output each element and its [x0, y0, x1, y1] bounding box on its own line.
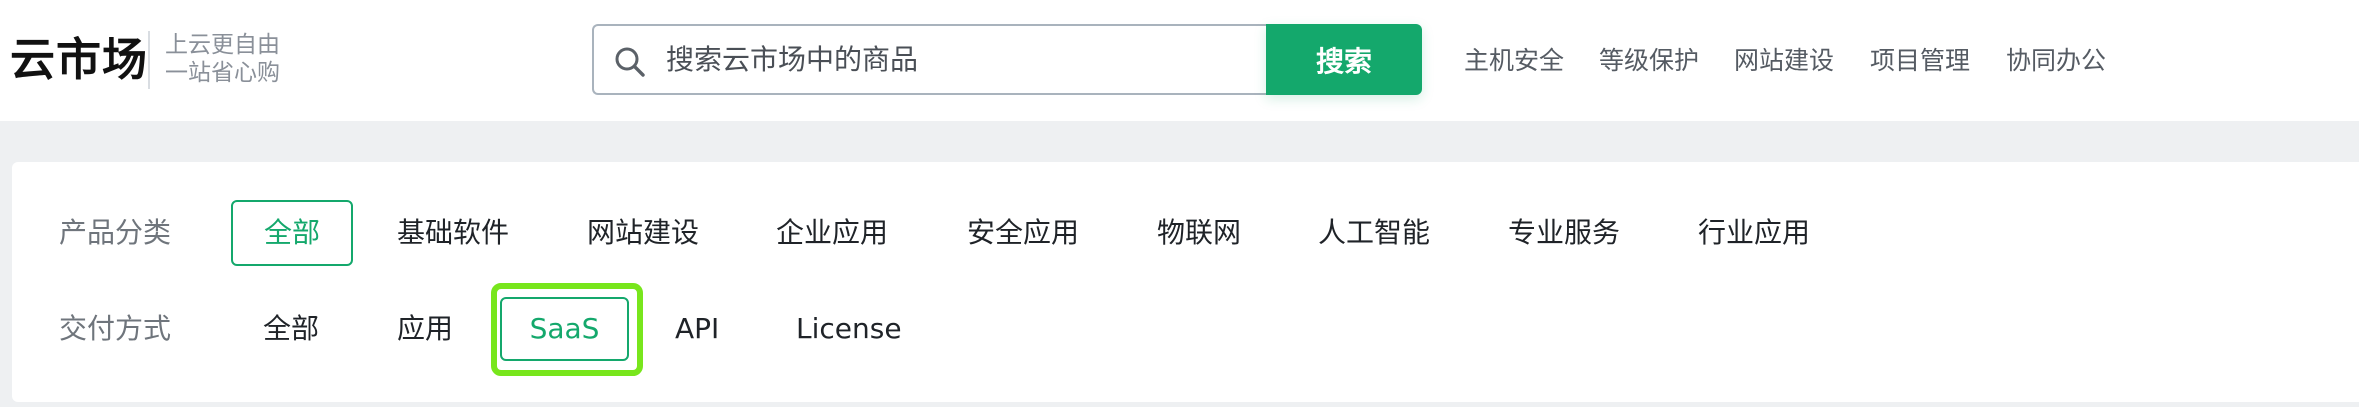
hot-link-classified-protection[interactable]: 等级保护: [1599, 45, 1699, 77]
category-option-industry-apps[interactable]: 行业应用: [1698, 215, 1810, 251]
search-icon: [614, 46, 646, 78]
category-option-professional-services[interactable]: 专业服务: [1508, 215, 1620, 251]
brand-title[interactable]: 云市场: [10, 34, 148, 86]
category-option-security-apps[interactable]: 安全应用: [967, 215, 1079, 251]
delivery-option-license[interactable]: License: [796, 311, 902, 347]
delivery-option-app[interactable]: 应用: [397, 311, 453, 347]
brand-slogan-line1: 上云更自由: [165, 32, 280, 58]
hot-link-host-security[interactable]: 主机安全: [1464, 45, 1564, 77]
brand-divider: [148, 31, 150, 89]
hot-link-collaborative-office[interactable]: 协同办公: [2006, 45, 2106, 77]
search-input[interactable]: 搜索云市场中的商品: [592, 24, 1268, 95]
hot-link-project-management[interactable]: 项目管理: [1870, 45, 1970, 77]
category-row-label: 产品分类: [59, 216, 172, 249]
category-option-website-building[interactable]: 网站建设: [587, 215, 699, 251]
category-option-basic-software[interactable]: 基础软件: [397, 215, 509, 251]
top-header: 云市场 上云更自由 一站省心购 搜索云市场中的商品 搜索 主机安全 等级保护 网…: [0, 0, 2359, 121]
category-option-enterprise-apps[interactable]: 企业应用: [776, 215, 888, 251]
delivery-option-all[interactable]: 全部: [263, 311, 319, 347]
category-option-ai[interactable]: 人工智能: [1318, 215, 1430, 251]
delivery-option-api[interactable]: API: [675, 311, 719, 347]
brand-slogan-line2: 一站省心购: [165, 60, 280, 86]
hot-link-website-building[interactable]: 网站建设: [1734, 45, 1834, 77]
filter-panel: [12, 162, 2359, 402]
delivery-option-saas[interactable]: SaaS: [500, 297, 629, 361]
brand-slogan: 上云更自由 一站省心购: [165, 31, 280, 87]
search-button[interactable]: 搜索: [1266, 24, 1422, 95]
category-option-iot[interactable]: 物联网: [1157, 215, 1241, 251]
search-placeholder: 搜索云市场中的商品: [666, 43, 919, 76]
category-option-all[interactable]: 全部: [231, 200, 353, 266]
delivery-row-label: 交付方式: [59, 312, 172, 345]
